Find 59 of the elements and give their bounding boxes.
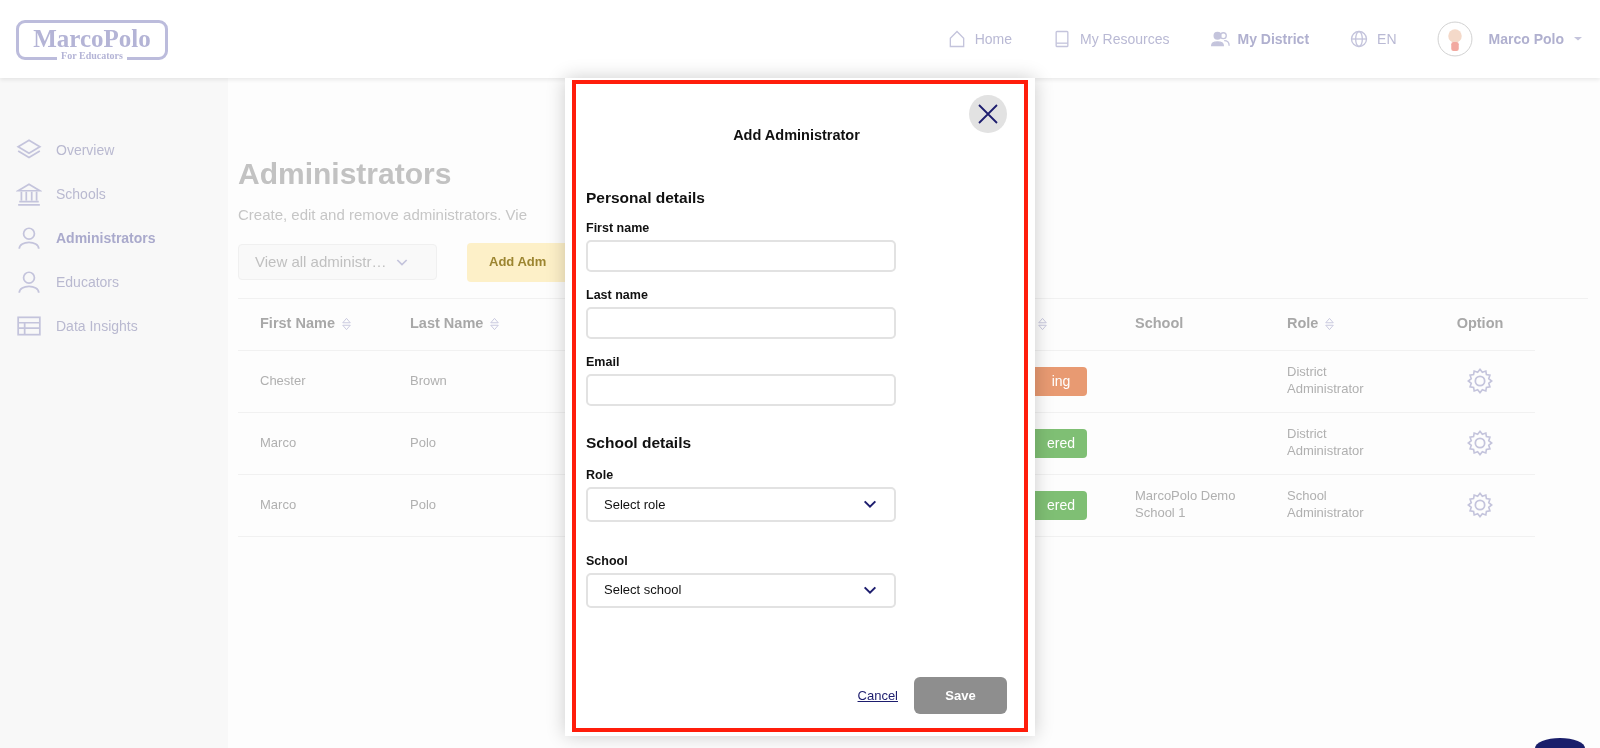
language-selector[interactable]: EN: [1349, 28, 1397, 50]
input-field[interactable]: [586, 240, 896, 273]
status-badge: ing: [1035, 366, 1087, 396]
status-badge: ered: [1035, 428, 1087, 458]
cancel-link[interactable]: Cancel: [857, 685, 898, 706]
table-cell: Polo: [388, 474, 538, 537]
sidebar-item[interactable]: Schools: [0, 172, 228, 216]
select-field[interactable]: Select role: [586, 486, 896, 522]
field-label: First name: [586, 220, 651, 238]
close-icon: [976, 102, 1000, 126]
nav-link[interactable]: Home: [946, 28, 1013, 50]
table-cell-text: School Administrator: [1287, 488, 1365, 522]
table-cell-text: MarcoPolo Demo School 1: [1135, 488, 1237, 522]
column-header[interactable]: Role: [1287, 313, 1319, 335]
field-label: Last name: [586, 287, 649, 305]
sidebar-item[interactable]: Data Insights: [0, 304, 228, 348]
gear-icon[interactable]: [1466, 491, 1494, 519]
field-label: School: [586, 552, 629, 570]
table-cell-text: District Administrator: [1287, 364, 1365, 398]
column-header: Option: [1456, 314, 1504, 334]
avatar-icon: [1436, 21, 1473, 57]
dialog-title: Add Administrator: [732, 126, 861, 145]
field-label: Email: [586, 353, 621, 371]
globe-icon: [1349, 29, 1370, 49]
table-cell: Brown: [388, 350, 538, 413]
people-icon: [1209, 29, 1230, 49]
column-header[interactable]: Last Name: [410, 313, 484, 335]
input-field[interactable]: [586, 373, 896, 406]
field-label: Role: [586, 467, 615, 485]
filter-dropdown[interactable]: View all administr…: [238, 244, 437, 280]
nav-link[interactable]: My District: [1209, 28, 1310, 50]
table-icon: [16, 313, 42, 339]
select-field[interactable]: Select school: [586, 572, 896, 608]
table-cell: Marco: [238, 474, 388, 537]
person-icon: [16, 269, 42, 295]
person-icon: [16, 225, 42, 251]
page-title: Administrators: [238, 156, 453, 192]
table-cell-text: District Administrator: [1287, 426, 1365, 460]
input-field[interactable]: [586, 306, 896, 339]
logo[interactable]: MarcoPolo For Educators: [16, 20, 168, 60]
status-badge: ered: [1035, 490, 1087, 520]
user-menu[interactable]: Marco Polo: [1488, 28, 1584, 50]
table-cell: Chester: [238, 350, 388, 413]
bank-icon: [16, 181, 42, 207]
column-header: School: [1135, 314, 1184, 334]
nav-link[interactable]: My Resources: [1052, 28, 1170, 50]
table-cell: Marco: [238, 412, 388, 475]
save-button[interactable]: Save: [914, 677, 1007, 714]
table-cell: Polo: [388, 412, 538, 475]
section-heading: School details: [586, 433, 693, 453]
sidebar-item[interactable]: Administrators: [0, 216, 228, 260]
gear-icon[interactable]: [1466, 367, 1494, 395]
close-button[interactable]: [969, 95, 1007, 133]
help-button[interactable]: [1535, 738, 1585, 748]
sidebar-item[interactable]: Overview: [0, 128, 228, 172]
column-header[interactable]: First Name: [260, 313, 335, 335]
gear-icon[interactable]: [1466, 429, 1494, 457]
sidebar-item[interactable]: Educators: [0, 260, 228, 304]
section-heading: Personal details: [586, 188, 706, 208]
